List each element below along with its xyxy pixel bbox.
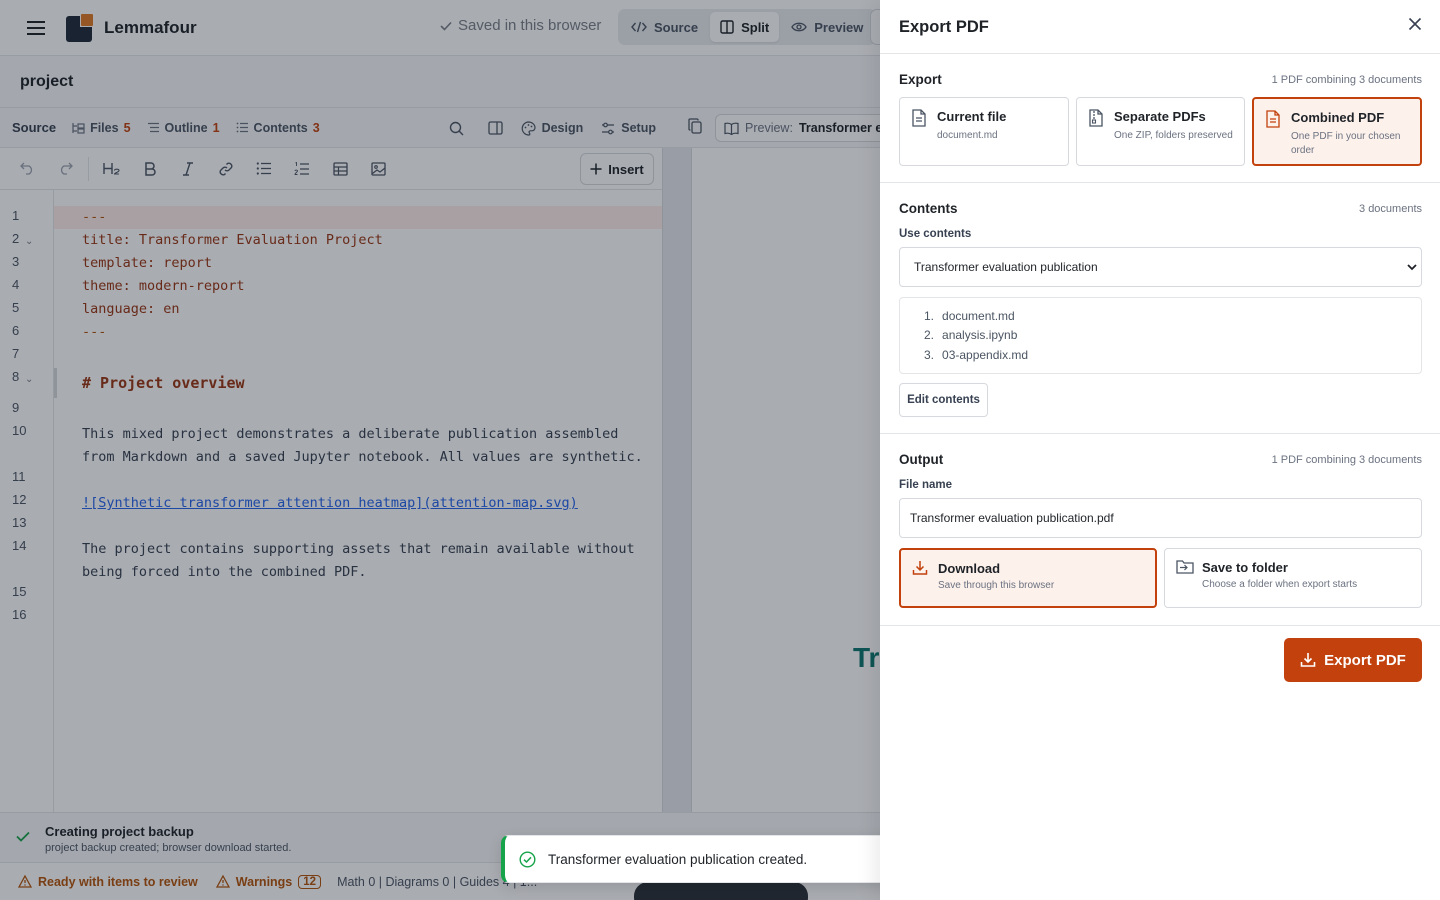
list-item: 3. 03-appendix.md [924,348,1029,362]
file-name-value: Transformer evaluation publication.pdf [910,511,1114,525]
section-divider [880,433,1440,434]
output-option-title: Download [938,561,1001,576]
panel-title: Export PDF [899,18,989,36]
download-icon [1300,652,1316,668]
export-option-title: Combined PDF [1291,110,1385,125]
folder-icon [1176,559,1194,574]
export-option-separate-pdfs[interactable]: Separate PDFs One ZIP, folders preserved [1076,97,1245,166]
output-section-title: Output [899,452,944,467]
close-icon[interactable] [1408,17,1422,31]
contents-select[interactable]: Transformer evaluation publication [899,247,1422,287]
combined-file-icon [1265,110,1281,128]
export-section-title: Export [899,72,942,87]
section-divider [880,182,1440,183]
zip-file-icon [1088,109,1104,127]
list-item: 1. document.md [924,309,1015,323]
toast-message: Transformer evaluation publication creat… [548,851,808,867]
contents-section-title: Contents [899,201,958,216]
file-icon [911,109,927,127]
contents-select-value: Transformer evaluation publication [914,260,1098,274]
success-toast: Transformer evaluation publication creat… [501,835,939,883]
document-name: 03-appendix.md [942,348,1029,362]
output-option-desc: Choose a folder when export starts [1202,579,1358,590]
export-pdf-panel: Export PDF Export 1 PDF combining 3 docu… [880,0,1440,900]
download-icon [912,560,928,576]
document-name: analysis.ipynb [942,328,1018,342]
export-option-desc: One ZIP, folders preserved [1114,130,1233,141]
section-divider [880,625,1440,626]
export-option-combined-pdf[interactable]: Combined PDF One PDF in your chosen orde… [1252,97,1422,166]
edit-contents-button[interactable]: Edit contents [899,383,988,417]
export-pdf-button-label: Export PDF [1324,651,1406,669]
output-option-desc: Save through this browser [938,580,1055,591]
export-pdf-button[interactable]: Export PDF [1284,638,1422,682]
export-section-meta: 1 PDF combining 3 documents [1271,74,1422,86]
file-name-input[interactable]: Transformer evaluation publication.pdf [899,498,1422,538]
output-option-title: Save to folder [1202,560,1288,575]
output-option-save-to-folder[interactable]: Save to folder Choose a folder when expo… [1164,548,1422,608]
output-option-download[interactable]: Download Save through this browser [899,548,1157,608]
export-option-title: Current file [937,109,1007,124]
chevron-down-icon [1405,260,1419,274]
document-name: document.md [942,309,1015,323]
file-name-label: File name [899,479,953,491]
contents-section-meta: 3 documents [1359,203,1422,215]
check-circle-icon [519,850,536,868]
contents-document-list: 1. document.md 2. analysis.ipynb 3. 03-appe… [899,297,1422,374]
modal-overlay[interactable] [0,0,880,900]
export-option-title: Separate PDFs [1114,109,1206,124]
output-section-meta: 1 PDF combining 3 documents [1271,454,1422,466]
use-contents-label: Use contents [899,228,972,240]
panel-header: Export PDF [880,0,1440,54]
list-item: 2. analysis.ipynb [924,328,1018,342]
export-option-desc: document.md [937,130,998,141]
export-option-current-file[interactable]: Current file document.md [899,97,1069,166]
export-option-desc: One PDF in your chosen order [1291,131,1401,156]
